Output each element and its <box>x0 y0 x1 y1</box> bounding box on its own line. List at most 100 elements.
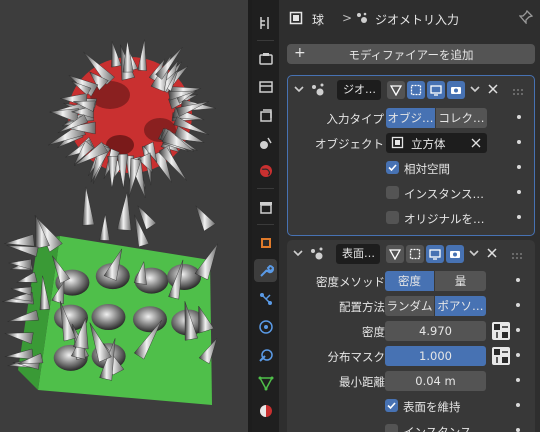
geometry-nodes-icon <box>310 82 326 101</box>
spiky-cube <box>2 186 218 405</box>
spike <box>99 214 110 241</box>
animate-property-dot[interactable] <box>516 403 520 407</box>
mask-row: 分布マスク 1.000 <box>287 346 535 366</box>
attribute-toggle-icon[interactable] <box>492 347 510 365</box>
instance-row: インスタンス… <box>287 421 535 432</box>
collection-tab-icon[interactable] <box>254 195 277 218</box>
animate-property-dot[interactable] <box>516 328 520 332</box>
keep-surface-checkbox[interactable] <box>385 399 398 412</box>
scene-tab-icon[interactable] <box>254 131 277 154</box>
spike <box>82 186 95 226</box>
animate-property-dot[interactable] <box>517 140 521 144</box>
hole <box>132 306 167 333</box>
animate-property-dot[interactable] <box>516 278 520 282</box>
3d-viewport[interactable] <box>0 0 248 432</box>
close-icon[interactable] <box>487 248 497 261</box>
modifier-name-field[interactable]: ジオ… <box>337 80 381 100</box>
input-type-row: 入力タイプ オブジ… コレク… <box>288 108 534 128</box>
edit-mode-toggle[interactable] <box>387 81 405 99</box>
constraints-tab-icon[interactable] <box>254 343 277 366</box>
drag-handle-icon[interactable] <box>512 86 524 99</box>
placement-poisson-option[interactable]: ポアソ… <box>435 296 486 316</box>
animate-property-dot[interactable] <box>517 215 521 219</box>
spike <box>6 245 39 257</box>
animate-property-dot[interactable] <box>516 428 520 432</box>
add-modifier-button[interactable]: + モディファイアーを追加 <box>287 44 535 64</box>
viewport-display-toggle[interactable] <box>427 81 445 99</box>
animate-property-dot[interactable] <box>516 378 520 382</box>
input-type-collection-option[interactable]: コレク… <box>436 108 487 128</box>
animate-property-dot[interactable] <box>516 303 520 307</box>
cage-toggle[interactable] <box>406 245 424 263</box>
render-toggle[interactable] <box>447 81 465 99</box>
method-density-option[interactable]: 密度 <box>385 271 434 291</box>
object-field[interactable]: 立方体 <box>386 133 487 153</box>
spike <box>15 271 38 283</box>
dropdown-chevron-icon[interactable] <box>469 248 479 261</box>
dropdown-chevron-icon[interactable] <box>470 84 480 97</box>
original-checkbox[interactable] <box>386 211 399 224</box>
density-field[interactable]: 4.970 <box>385 321 486 341</box>
material-tab-icon[interactable] <box>254 399 277 422</box>
relative-space-checkbox[interactable] <box>386 161 399 174</box>
view-layer-tab-icon[interactable] <box>254 103 277 126</box>
edit-mode-toggle[interactable] <box>386 245 404 263</box>
relative-space-row: 相対空間 <box>288 158 534 178</box>
physics-tab-icon[interactable] <box>254 315 277 338</box>
spike <box>195 205 216 232</box>
geometry-nodes-icon <box>309 246 325 265</box>
cage-toggle[interactable] <box>407 81 425 99</box>
clear-icon[interactable] <box>471 138 481 151</box>
world-tab-icon[interactable] <box>254 159 277 182</box>
modifier-name-field[interactable]: 表面… <box>336 244 380 264</box>
spike <box>7 309 39 322</box>
close-icon[interactable] <box>488 84 498 97</box>
input-type-object-option[interactable]: オブジ… <box>386 108 435 128</box>
geometry-nodes-icon <box>355 11 369 28</box>
original-row: オリジナルを… <box>288 208 534 228</box>
min-distance-field[interactable]: 0.04 m <box>385 371 486 391</box>
viewport-display-toggle[interactable] <box>426 245 444 263</box>
method-amount-option[interactable]: 量 <box>435 271 486 291</box>
output-tab-icon[interactable] <box>254 75 277 98</box>
hole <box>91 304 126 331</box>
animate-property-dot[interactable] <box>517 165 521 169</box>
animate-property-dot[interactable] <box>516 353 520 357</box>
placement-random-option[interactable]: ランダム <box>385 296 434 316</box>
spike <box>4 234 35 247</box>
animate-property-dot[interactable] <box>517 190 521 194</box>
instance-checkbox[interactable] <box>385 424 398 432</box>
render-toggle[interactable] <box>446 245 464 263</box>
spike <box>137 39 147 71</box>
object-row: オブジェクト 立方体 <box>288 133 534 153</box>
breadcrumb-modifier[interactable]: ジオメトリ入力 <box>375 11 459 28</box>
min-distance-row: 最小距離 0.04 m <box>287 371 535 391</box>
chevron-down-icon[interactable] <box>293 248 303 261</box>
drag-handle-icon[interactable] <box>511 250 523 263</box>
hole <box>167 263 202 290</box>
geometry-input-modifier: ジオ… 入力タイプ オブジ… コレク… オブジェクト 立方体 相対空間 インスタ… <box>287 75 535 236</box>
modifier-tab-icon[interactable] <box>254 259 277 282</box>
data-tab-icon[interactable] <box>254 371 277 394</box>
breadcrumb-object[interactable]: 球 <box>312 11 324 28</box>
viewport-render <box>2 39 218 405</box>
modifier-header[interactable]: 表面… <box>287 240 535 268</box>
pin-icon[interactable] <box>518 9 534 27</box>
animate-property-dot[interactable] <box>517 115 521 119</box>
properties-panel: 球 > ジオメトリ入力 + モディファイアーを追加 ジオ… 入力タイプ オブジ…… <box>279 0 540 432</box>
modifier-header[interactable]: ジオ… <box>288 76 534 104</box>
object-square-icon <box>289 11 303 28</box>
attribute-toggle-icon[interactable] <box>492 322 510 340</box>
render-tab-icon[interactable] <box>254 47 277 70</box>
object-tab-icon[interactable] <box>254 231 277 254</box>
distribute-points-modifier: 表面… 密度メソッド 密度 量 配置方法 ランダム ポアソ… 密度 4.970 … <box>287 240 535 432</box>
mask-slider[interactable]: 1.000 <box>385 346 486 366</box>
instance-checkbox[interactable] <box>386 186 399 199</box>
properties-header: 球 > ジオメトリ入力 <box>279 0 540 36</box>
placement-row: 配置方法 ランダム ポアソ… <box>287 296 535 316</box>
tool-tab-icon[interactable] <box>254 11 277 34</box>
chevron-down-icon[interactable] <box>294 84 304 97</box>
particles-tab-icon[interactable] <box>254 287 277 310</box>
spike <box>10 286 32 296</box>
spike <box>111 41 122 68</box>
